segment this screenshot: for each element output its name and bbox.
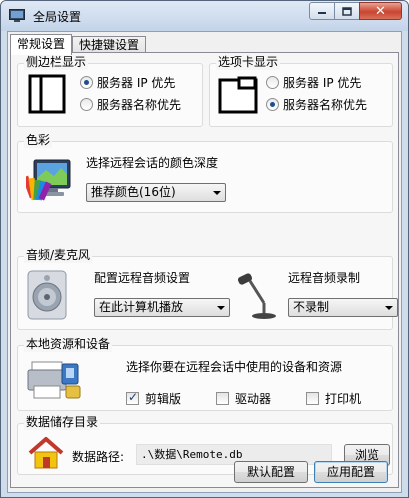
home-icon bbox=[28, 437, 64, 469]
local-resources-description: 选择你要在远程会话中使用的设备和资源 bbox=[126, 360, 343, 374]
close-icon: ✕ bbox=[375, 3, 386, 19]
default-config-button[interactable]: 默认配置 bbox=[234, 461, 308, 483]
speaker-icon bbox=[27, 270, 67, 320]
sidebar-name-first-label: 服务器名称优先 bbox=[97, 98, 182, 112]
tab-ip-first-option[interactable]: 服务器 IP 优先 bbox=[266, 74, 361, 91]
window-controls: ✕ bbox=[309, 2, 402, 20]
storage-title: 数据储存目录 bbox=[24, 415, 101, 430]
audio-playback-value: 在此计算机播放 bbox=[99, 300, 184, 314]
tab-display-title: 选项卡显示 bbox=[216, 55, 281, 70]
drives-checkbox[interactable] bbox=[216, 392, 229, 405]
close-button[interactable]: ✕ bbox=[359, 2, 402, 20]
tab-display-group: 选项卡显示 服务器 IP 优先 服务器名称优先 bbox=[209, 55, 393, 127]
maximize-button[interactable] bbox=[334, 2, 360, 20]
minimize-icon bbox=[318, 12, 326, 14]
sidebar-display-title: 侧边栏显示 bbox=[24, 55, 89, 70]
clipboard-option[interactable]: 剪辑版 bbox=[126, 390, 181, 407]
drives-label: 驱动器 bbox=[235, 392, 272, 406]
client-area: 常规设置 快捷键设置 侧边栏显示 服务器 IP 优先 服务器名称优先 选项卡显示… bbox=[7, 31, 402, 493]
app-icon bbox=[9, 9, 25, 22]
tab-name-first-label: 服务器名称优先 bbox=[283, 98, 368, 112]
color-depth-select[interactable]: 推荐颜色(16位) bbox=[86, 183, 226, 202]
printers-option[interactable]: 打印机 bbox=[306, 390, 361, 407]
sidebar-display-group: 侧边栏显示 服务器 IP 优先 服务器名称优先 bbox=[17, 55, 203, 127]
microphone-icon bbox=[237, 273, 276, 319]
local-resources-group: 本地资源和设备 选择你要在远程会话中使用的设备和资源 剪辑版 驱动器 bbox=[17, 337, 393, 411]
chevron-down-icon bbox=[217, 306, 225, 310]
tab-name-first-radio[interactable] bbox=[266, 98, 279, 111]
audio-record-select[interactable]: 不录制 bbox=[288, 298, 398, 317]
window-title: 全局设置 bbox=[33, 10, 82, 24]
sidebar-ip-first-radio[interactable] bbox=[80, 76, 93, 89]
audio-record-label: 远程音频录制 bbox=[288, 271, 361, 285]
tab-general[interactable]: 常规设置 bbox=[10, 34, 73, 55]
maximize-icon bbox=[342, 6, 352, 16]
storage-path-label: 数据路径: bbox=[72, 450, 125, 464]
color-title: 色彩 bbox=[24, 133, 53, 148]
apply-config-button[interactable]: 应用配置 bbox=[314, 461, 388, 483]
tab-ip-first-radio[interactable] bbox=[266, 76, 279, 89]
audio-group: 音频/麦克风 配置远程音频设置 在此计算机播放 远程音频录制 不录制 bbox=[17, 248, 398, 330]
sidebar-name-first-radio[interactable] bbox=[80, 98, 93, 111]
local-resources-title: 本地资源和设备 bbox=[24, 337, 113, 352]
chevron-down-icon bbox=[213, 191, 221, 195]
tab-ip-first-label: 服务器 IP 优先 bbox=[283, 76, 362, 90]
audio-record-value: 不录制 bbox=[293, 300, 330, 314]
audio-playback-label: 配置远程音频设置 bbox=[94, 271, 191, 285]
drives-option[interactable]: 驱动器 bbox=[216, 390, 271, 407]
sidebar-name-first-option[interactable]: 服务器名称优先 bbox=[80, 96, 181, 113]
color-depth-value: 推荐颜色(16位) bbox=[91, 185, 176, 199]
sidebar-layout-icon bbox=[28, 74, 66, 114]
printers-label: 打印机 bbox=[325, 392, 362, 406]
sidebar-ip-first-option[interactable]: 服务器 IP 优先 bbox=[80, 74, 175, 91]
color-group: 色彩 选择远程会话的颜色深度 推荐颜色(16位) bbox=[17, 133, 393, 213]
tab-strip: 常规设置 快捷键设置 bbox=[10, 34, 147, 55]
printer-device-icon bbox=[27, 361, 81, 399]
chevron-down-icon bbox=[385, 306, 393, 310]
clipboard-checkbox[interactable] bbox=[126, 390, 139, 405]
minimize-button[interactable] bbox=[309, 2, 335, 20]
title-bar[interactable]: 全局设置 ✕ bbox=[1, 1, 408, 31]
printers-checkbox[interactable] bbox=[306, 392, 319, 405]
clipboard-label: 剪辑版 bbox=[145, 392, 182, 406]
audio-playback-select[interactable]: 在此计算机播放 bbox=[94, 298, 230, 317]
color-description: 选择远程会话的颜色深度 bbox=[86, 156, 219, 170]
color-monitor-icon bbox=[26, 159, 71, 201]
settings-window: 全局设置 ✕ 常规设置 快捷键设置 侧边栏显示 服务器 IP 优先 服务器名称优… bbox=[0, 0, 409, 498]
audio-title: 音频/麦克风 bbox=[24, 248, 93, 263]
general-tab-panel: 侧边栏显示 服务器 IP 优先 服务器名称优先 选项卡显示 服务器 IP 优先 … bbox=[10, 52, 399, 488]
sidebar-ip-first-label: 服务器 IP 优先 bbox=[97, 76, 176, 90]
tab-layout-icon bbox=[218, 76, 258, 114]
tab-name-first-option[interactable]: 服务器名称优先 bbox=[266, 96, 367, 113]
